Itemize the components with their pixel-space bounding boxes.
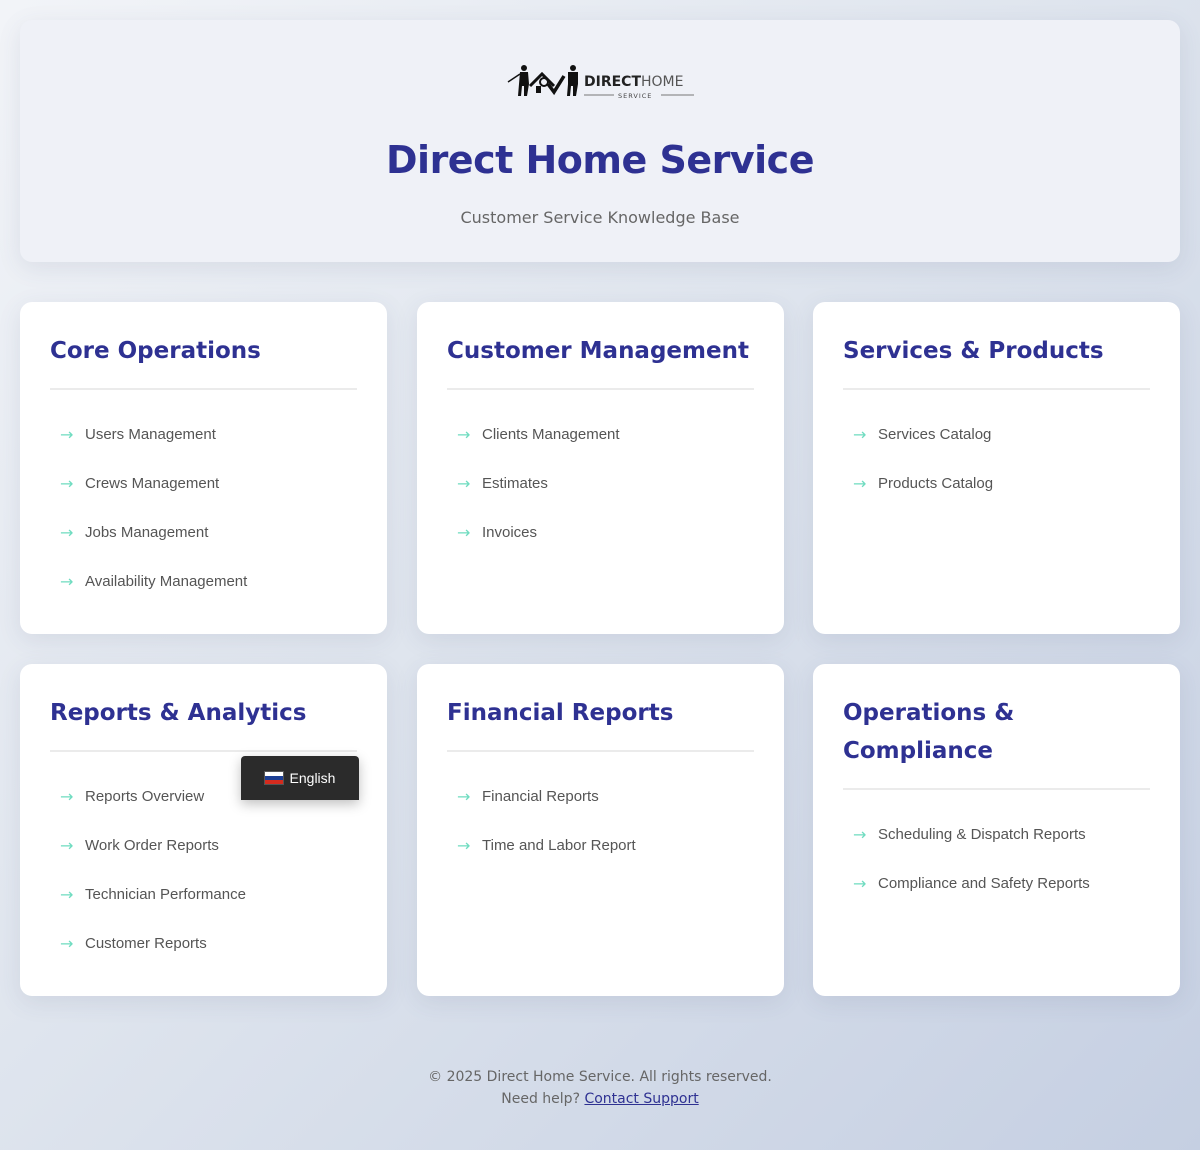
flag-icon <box>264 772 283 784</box>
arrow-right-icon: → <box>853 474 867 493</box>
link-label: Crews Management <box>85 475 220 492</box>
arrow-right-icon: → <box>60 787 74 806</box>
page-title: Direct Home Service <box>386 138 814 182</box>
link-label: Compliance and Safety Reports <box>878 875 1090 892</box>
link-compliance-safety-reports[interactable]: → Compliance and Safety Reports <box>853 859 1150 908</box>
logo: DIRECT HOME SERVICE <box>507 65 694 100</box>
link-label: Users Management <box>85 426 216 443</box>
page-header: DIRECT HOME SERVICE Direct Home Service … <box>20 20 1180 262</box>
link-label: Jobs Management <box>85 524 209 541</box>
arrow-right-icon: → <box>853 825 867 844</box>
section-title: Core Operations <box>50 332 357 390</box>
logo-text-light: HOME <box>641 74 683 90</box>
arrow-right-icon: → <box>60 474 74 493</box>
link-customer-reports[interactable]: → Customer Reports <box>60 919 357 968</box>
help-line: Need help? Contact Support <box>0 1088 1200 1110</box>
section-link-list: → Clients Management → Estimates → Invoices <box>447 390 754 557</box>
link-label: Financial Reports <box>482 788 599 805</box>
copyright-text: © 2025 Direct Home Service. All rights r… <box>428 1069 772 1085</box>
link-label: Customer Reports <box>85 935 207 952</box>
arrow-right-icon: → <box>60 572 74 591</box>
arrow-right-icon: → <box>853 874 867 893</box>
link-financial-reports[interactable]: → Financial Reports <box>457 772 754 821</box>
arrow-right-icon: → <box>60 934 74 953</box>
arrow-right-icon: → <box>457 787 471 806</box>
page-footer: © 2025 Direct Home Service. All rights r… <box>0 1066 1200 1110</box>
link-label: Scheduling & Dispatch Reports <box>878 826 1086 843</box>
section-title: Services & Products <box>843 332 1150 390</box>
link-label: Availability Management <box>85 573 248 590</box>
link-services-catalog[interactable]: → Services Catalog <box>853 410 1150 459</box>
section-link-list: → Financial Reports → Time and Labor Repor… <box>447 752 754 870</box>
link-crews-management[interactable]: → Crews Management <box>60 459 357 508</box>
help-text: Need help? <box>501 1091 580 1107</box>
link-label: Estimates <box>482 475 548 492</box>
link-availability-management[interactable]: → Availability Management <box>60 557 357 606</box>
link-label: Reports Overview <box>85 788 205 805</box>
section-title: Reports & Analytics <box>50 694 357 752</box>
link-label: Clients Management <box>482 426 620 443</box>
link-clients-management[interactable]: → Clients Management <box>457 410 754 459</box>
logo-text-bold: DIRECT <box>584 74 641 90</box>
arrow-right-icon: → <box>60 836 74 855</box>
section-card-reports-analytics: Reports & Analytics → Reports Overview → W… <box>20 664 387 996</box>
arrow-right-icon: → <box>853 425 867 444</box>
link-label: Technician Performance <box>85 886 246 903</box>
link-work-order-reports[interactable]: → Work Order Reports <box>60 821 357 870</box>
link-label: Products Catalog <box>878 475 994 492</box>
link-invoices[interactable]: → Invoices <box>457 508 754 557</box>
link-jobs-management[interactable]: → Jobs Management <box>60 508 357 557</box>
link-label: Invoices <box>482 524 538 541</box>
section-card-services-products: Services & Products → Services Catalog → P… <box>813 302 1180 634</box>
link-scheduling-dispatch-reports[interactable]: → Scheduling & Dispatch Reports <box>853 810 1150 859</box>
logo-subtext: SERVICE <box>618 92 652 100</box>
arrow-right-icon: → <box>457 474 471 493</box>
section-title: Operations & Compliance <box>843 694 1150 790</box>
language-switcher[interactable]: English <box>241 756 359 800</box>
section-link-list: → Scheduling & Dispatch Reports → Complian… <box>843 790 1150 908</box>
link-technician-performance[interactable]: → Technician Performance <box>60 870 357 919</box>
link-estimates[interactable]: → Estimates <box>457 459 754 508</box>
section-card-financial-reports: Financial Reports → Financial Reports → Ti… <box>417 664 784 996</box>
section-link-list: → Users Management → Crews Management → Job… <box>50 390 357 606</box>
section-card-core-operations: Core Operations → Users Management → Crews… <box>20 302 387 634</box>
arrow-right-icon: → <box>457 836 471 855</box>
link-products-catalog[interactable]: → Products Catalog <box>853 459 1150 508</box>
page-subtitle: Customer Service Knowledge Base <box>460 208 740 227</box>
arrow-right-icon: → <box>457 425 471 444</box>
arrow-right-icon: → <box>60 523 74 542</box>
arrow-right-icon: → <box>60 885 74 904</box>
language-label: English <box>289 770 336 786</box>
arrow-right-icon: → <box>457 523 471 542</box>
link-label: Time and Labor Report <box>482 837 636 854</box>
section-link-list: → Services Catalog → Products Catalog <box>843 390 1150 508</box>
link-label: Work Order Reports <box>85 837 219 854</box>
contact-support-link[interactable]: Contact Support <box>584 1091 698 1107</box>
link-time-and-labor-report[interactable]: → Time and Labor Report <box>457 821 754 870</box>
section-card-operations-compliance: Operations & Compliance → Scheduling & Di… <box>813 664 1180 996</box>
section-title: Customer Management <box>447 332 754 390</box>
link-users-management[interactable]: → Users Management <box>60 410 357 459</box>
section-title: Financial Reports <box>447 694 754 752</box>
link-label: Services Catalog <box>878 426 992 443</box>
section-card-customer-management: Customer Management → Clients Management … <box>417 302 784 634</box>
arrow-right-icon: → <box>60 425 74 444</box>
